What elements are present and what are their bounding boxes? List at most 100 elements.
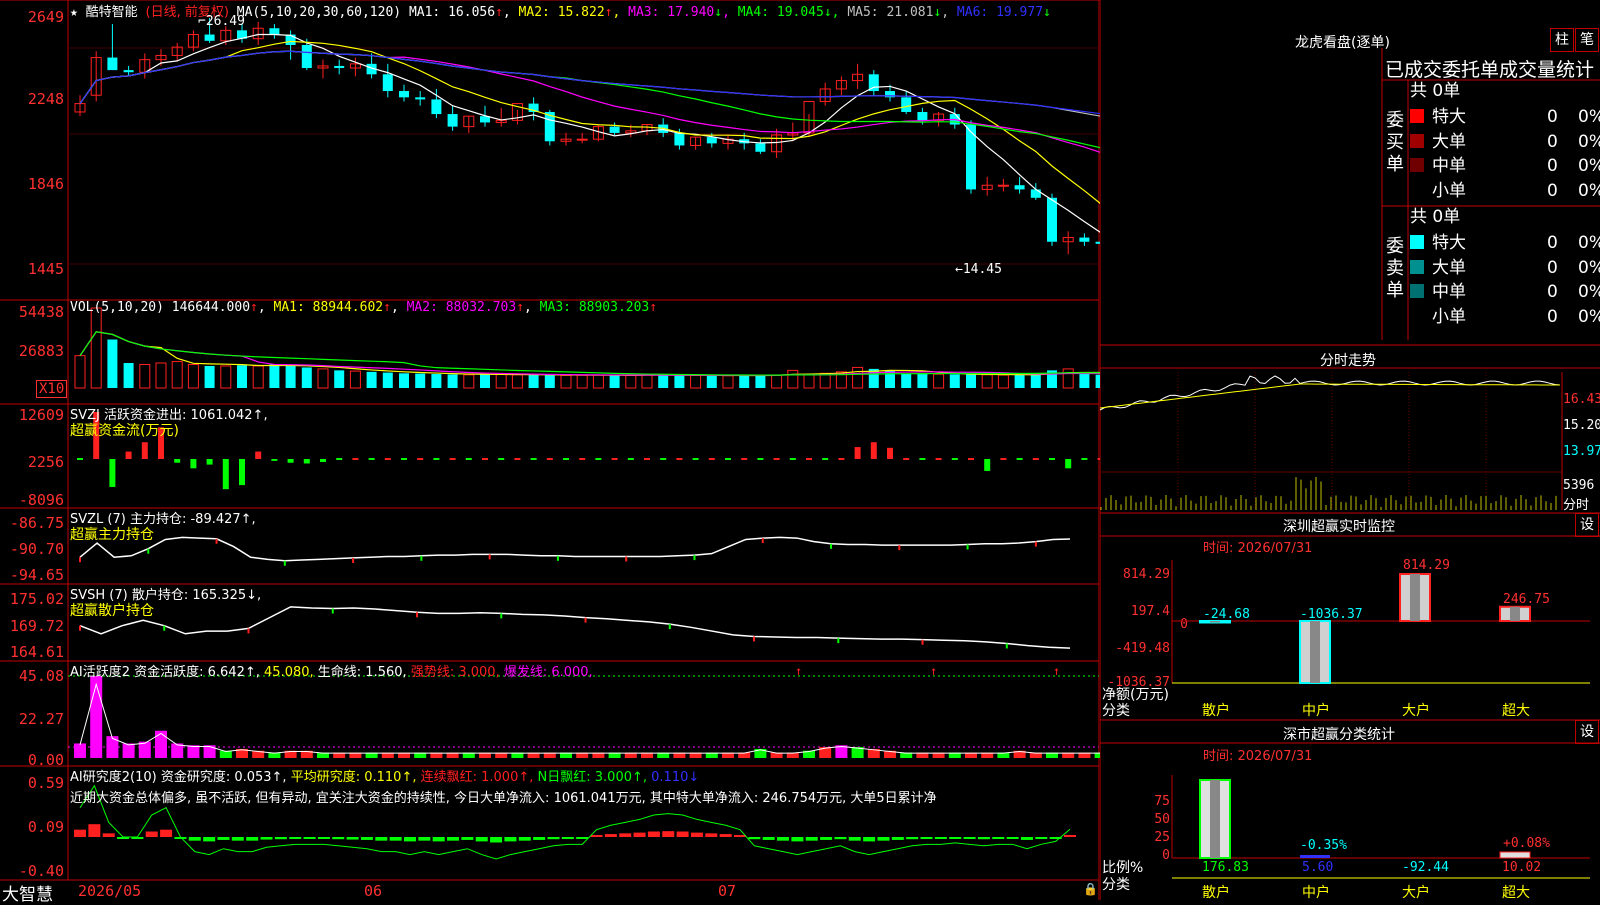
- research-bar: [188, 837, 201, 841]
- research-bar: [1020, 837, 1033, 840]
- candle-body: [966, 124, 976, 190]
- lhb-header: 已成交委托单成交量统计: [1385, 59, 1595, 81]
- research-bar: [705, 833, 718, 837]
- sz-class-cat: 超大: [1502, 885, 1530, 901]
- app-logo: 大智慧: [2, 885, 53, 905]
- research-bar: [977, 837, 990, 840]
- sell-row: 特大 0 0%: [1410, 232, 1600, 254]
- buy-total: 共 0单: [1410, 81, 1461, 101]
- candle-body: [706, 137, 717, 144]
- sell-row-count: 0: [1547, 306, 1558, 327]
- research-bar: [690, 832, 703, 837]
- sell-row: 中单 0 0%: [1410, 281, 1600, 303]
- sz-x-title: 分类: [1102, 703, 1130, 719]
- candle-body: [123, 70, 134, 73]
- ma-params: MA(5,10,20,30,60,120): [236, 5, 402, 20]
- buy-row: 大单 0 0%: [1410, 131, 1600, 153]
- research-bar: [633, 832, 646, 837]
- tick-mode-button[interactable]: 笔: [1575, 28, 1599, 52]
- volume-bar: [431, 374, 442, 388]
- volume-bar: [917, 374, 928, 388]
- volume-bar: [1079, 373, 1090, 388]
- volume-bar: [771, 374, 783, 389]
- star-icon[interactable]: ★: [70, 5, 78, 20]
- research-bar: [619, 833, 632, 837]
- research-bar: [604, 834, 617, 837]
- svzl-y-tick: -94.65: [9, 566, 64, 584]
- volume-bar: [187, 363, 199, 389]
- research-bar: [906, 837, 919, 840]
- research-bar: [317, 837, 330, 839]
- research-bar: [102, 833, 115, 837]
- research-bar: [88, 824, 101, 837]
- fund-flow-bar: [854, 447, 861, 459]
- sz-class-time: 时间: 2026/07/31: [1203, 749, 1313, 764]
- ma-line: [79, 33, 1100, 233]
- volume-bar: [576, 374, 588, 389]
- sz-class-cat: 散户: [1202, 885, 1230, 901]
- vol-unit-badge: X10: [36, 380, 68, 398]
- sz-class-y-tick: 50: [1154, 812, 1170, 827]
- svzj-y-tick: -8096: [18, 491, 64, 509]
- buy-row-name: 特大: [1432, 107, 1466, 127]
- buy-color-swatch: [1410, 109, 1424, 123]
- volume-bar: [511, 374, 523, 389]
- volume-bar: [463, 374, 475, 389]
- research-bar: [1064, 835, 1076, 837]
- research-bar: [404, 837, 416, 842]
- sz-class-settings-button[interactable]: 设: [1575, 720, 1599, 744]
- candle-body: [917, 111, 928, 121]
- y-tick: 1445: [27, 260, 64, 278]
- intraday-y-tick: 13.97: [1563, 444, 1600, 459]
- bar-mode-button[interactable]: 柱: [1550, 28, 1574, 52]
- sz-class-bottom-value: 10.02: [1502, 860, 1542, 875]
- research-bar: [547, 837, 560, 840]
- volume-bar: [317, 368, 329, 389]
- candle-body: [399, 91, 409, 98]
- y-tick: 2248: [27, 90, 64, 108]
- sz-cat: 大户: [1402, 703, 1430, 719]
- volume-bar: [220, 365, 232, 389]
- research-bar: [418, 837, 431, 841]
- research-bar: [920, 837, 933, 839]
- sz-class-bottom-value: 176.83: [1202, 860, 1249, 875]
- volume-bar: [949, 374, 960, 388]
- ai-research-note: 近期大资金总体偏多, 虽不活跃, 但有异动, 宜关注大资金的持续性, 今日大单净…: [70, 791, 937, 806]
- kline-chart-area[interactable]: ↑ ↑ ↑: [0, 0, 1100, 900]
- candle-body: [1079, 237, 1090, 242]
- sell-color-swatch: [1410, 308, 1424, 323]
- volume-bar: [739, 375, 750, 388]
- ai-active-y-tick: 22.27: [18, 710, 64, 728]
- fund-flow-bar: [287, 459, 294, 463]
- candle-body: [609, 126, 620, 133]
- lock-icon[interactable]: 🔒: [1083, 882, 1098, 896]
- research-bar: [274, 837, 287, 840]
- sz-cat: 散户: [1202, 703, 1230, 719]
- volume-bar: [674, 375, 685, 388]
- volume-bar: [269, 364, 280, 388]
- research-bar: [160, 829, 173, 837]
- volume-bar: [819, 372, 831, 389]
- volume-bar: [966, 374, 976, 388]
- activity-bar: [203, 745, 216, 758]
- sz-cat: 中户: [1302, 703, 1330, 719]
- sell-row-count: 0: [1547, 282, 1558, 302]
- fund-flow-bar: [870, 442, 877, 459]
- volume-bar: [885, 370, 895, 388]
- research-bar: [145, 831, 158, 837]
- research-bar: [389, 837, 402, 841]
- volume-bar: [609, 375, 620, 388]
- research-bar: [1006, 837, 1019, 839]
- research-bar: [777, 837, 790, 841]
- volume-bar: [252, 365, 264, 389]
- sz-monitor-settings-button[interactable]: 设: [1575, 513, 1599, 537]
- buy-row-count: 0: [1547, 131, 1558, 152]
- research-bar: [662, 831, 675, 837]
- activity-up-arrow: ↑: [930, 664, 937, 678]
- buy-color-swatch: [1410, 158, 1424, 172]
- sell-row-name: 中单: [1432, 282, 1466, 302]
- vol-title-bar: VOL(5,10,20) 146644.000↑, MA1: 88944.602…: [70, 300, 658, 315]
- candle-body: [447, 114, 458, 127]
- candle-body: [334, 65, 345, 69]
- candle-body: [755, 143, 766, 152]
